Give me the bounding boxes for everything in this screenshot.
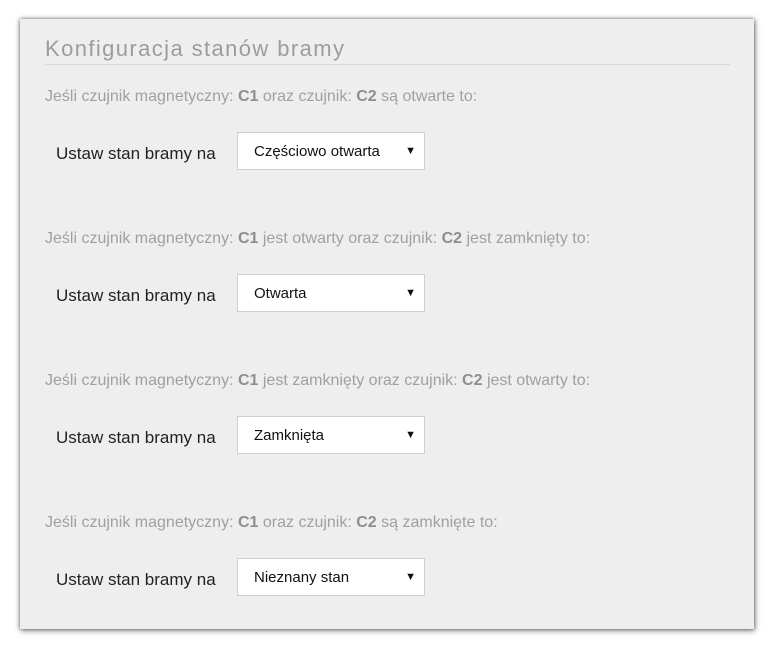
chevron-down-icon: ▼	[405, 145, 416, 157]
sensor-c1-label: C1	[237, 88, 259, 105]
condition-mid: oraz czujnik:	[258, 514, 357, 531]
chevron-down-icon: ▼	[405, 429, 416, 441]
gate-state-select[interactable]: Otwarta ▼	[237, 274, 425, 312]
config-section-c1-open-c2-closed: Jeśli czujnik magnetyczny: C1 jest otwar…	[45, 229, 735, 329]
gate-config-panel: Konfiguracja stanów bramy Jeśli czujnik …	[20, 19, 754, 629]
select-value: Nieznany stan	[254, 569, 350, 586]
sensor-c2-label: C2	[441, 230, 463, 247]
select-value: Zamknięta	[254, 427, 325, 444]
set-state-label: Ustaw stan bramy na	[56, 428, 216, 447]
condition-mid: oraz czujnik:	[258, 88, 357, 105]
condition-suffix: jest otwarty to:	[482, 372, 591, 389]
condition-suffix: są otwarte to:	[376, 88, 478, 105]
sensor-c2-label: C2	[462, 372, 483, 389]
condition-mid: jest zamknięty oraz czujnik:	[258, 372, 463, 389]
set-state-label: Ustaw stan bramy na	[56, 286, 216, 305]
config-section-c1-closed-c2-open: Jeśli czujnik magnetyczny: C1 jest zamkn…	[45, 371, 735, 471]
condition-prefix: Jeśli czujnik magnetyczny:	[45, 230, 238, 247]
condition-text: Jeśli czujnik magnetyczny: C1 oraz czujn…	[45, 513, 498, 533]
gate-state-select[interactable]: Nieznany stan ▼	[237, 558, 425, 596]
condition-mid: jest otwarty oraz czujnik:	[258, 230, 442, 247]
config-section-both-open: Jeśli czujnik magnetyczny: C1 oraz czujn…	[45, 87, 735, 187]
condition-text: Jeśli czujnik magnetyczny: C1 oraz czujn…	[45, 87, 477, 107]
condition-text: Jeśli czujnik magnetyczny: C1 jest otwar…	[45, 229, 590, 249]
condition-text: Jeśli czujnik magnetyczny: C1 jest zamkn…	[45, 371, 590, 391]
gate-state-select[interactable]: Częściowo otwarta ▼	[237, 132, 425, 170]
select-value: Otwarta	[254, 285, 307, 302]
sensor-c1-label: C1	[237, 514, 259, 531]
sensor-c2-label: C2	[356, 88, 377, 105]
config-section-both-closed: Jeśli czujnik magnetyczny: C1 oraz czujn…	[45, 513, 735, 613]
condition-suffix: są zamknięte to:	[376, 514, 498, 531]
sensor-c1-label: C1	[237, 372, 259, 389]
set-state-label: Ustaw stan bramy na	[56, 144, 216, 163]
title-divider	[45, 64, 730, 65]
panel-title: Konfiguracja stanów bramy	[45, 36, 346, 61]
chevron-down-icon: ▼	[405, 287, 416, 299]
sensor-c2-label: C2	[356, 514, 377, 531]
select-value: Częściowo otwarta	[254, 143, 380, 160]
gate-state-select[interactable]: Zamknięta ▼	[237, 416, 425, 454]
chevron-down-icon: ▼	[405, 571, 416, 583]
condition-prefix: Jeśli czujnik magnetyczny:	[45, 514, 238, 531]
condition-suffix: jest zamknięty to:	[462, 230, 591, 247]
condition-prefix: Jeśli czujnik magnetyczny:	[45, 372, 238, 389]
condition-prefix: Jeśli czujnik magnetyczny:	[45, 88, 238, 105]
sensor-c1-label: C1	[237, 230, 259, 247]
set-state-label: Ustaw stan bramy na	[56, 570, 216, 589]
